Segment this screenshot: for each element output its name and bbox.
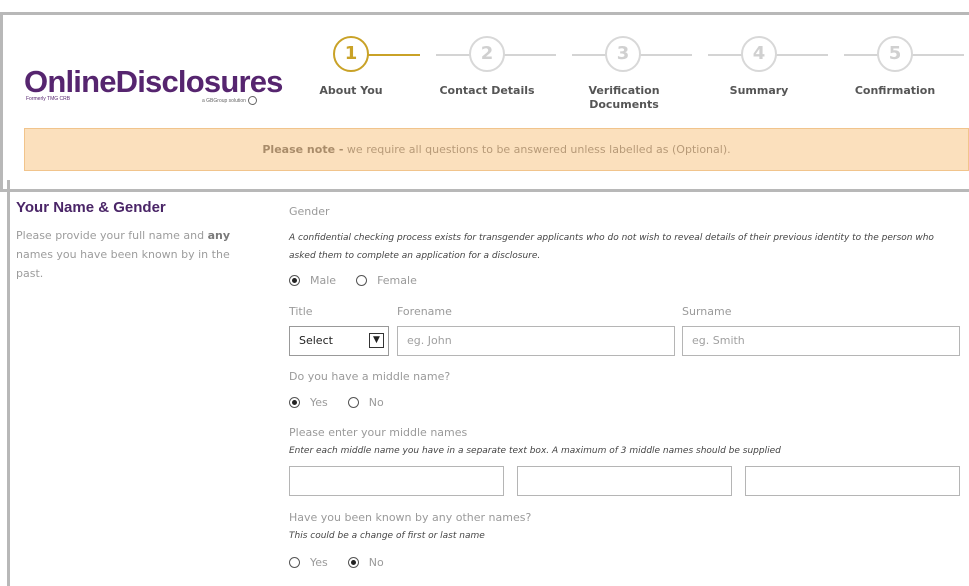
brand-logo[interactable]: OnlineDisclosures Formerly TMG CRB a GBG… <box>24 66 286 122</box>
notice-text: we require all questions to be answered … <box>343 143 731 156</box>
middle-yes-option[interactable]: Yes <box>289 396 328 409</box>
gender-female-label: Female <box>377 274 417 287</box>
brand-name: OnlineDisclosures <box>24 64 283 99</box>
gender-radio-group: Male Female <box>289 274 437 287</box>
step-2-label: Contact Details <box>439 84 535 97</box>
middle-no-radio[interactable] <box>347 397 359 408</box>
step-2-circle[interactable]: 2 <box>469 36 505 72</box>
section-desc-part: names you have been known by in the past… <box>16 248 230 280</box>
middle-names-note: Enter each middle name you have in a sep… <box>289 446 781 456</box>
other-no-option[interactable]: No <box>347 556 384 569</box>
middle-names-label: Please enter your middle names <box>289 426 468 439</box>
brand-tagline: a GBGroup solution <box>202 97 246 104</box>
middle-yes-label: Yes <box>310 396 328 409</box>
step-5-label: Confirmation <box>854 84 936 97</box>
middle-name-input-2[interactable] <box>517 466 732 496</box>
other-no-label: No <box>368 556 384 569</box>
step-3-circle[interactable]: 3 <box>605 36 641 72</box>
other-names-question: Have you been known by any other names? <box>289 511 532 524</box>
middle-name-radio-group: Yes No <box>289 396 404 409</box>
middle-no-option[interactable]: No <box>347 396 384 409</box>
brand-tagline-wrap: a GBGroup solution <box>202 96 257 105</box>
gender-female-radio[interactable] <box>356 275 368 286</box>
middle-name-question: Do you have a middle name? <box>289 370 451 383</box>
step-1-circle[interactable]: 1 <box>333 36 369 72</box>
section-description: Please provide your full name and any na… <box>16 226 246 283</box>
other-names-note: This could be a change of first or last … <box>289 531 485 541</box>
gender-male-label: Male <box>310 274 337 287</box>
forename-input[interactable]: eg. John <box>397 326 675 356</box>
title-label: Title <box>289 305 313 318</box>
other-yes-label: Yes <box>310 556 328 569</box>
other-yes-radio[interactable] <box>289 557 300 568</box>
gender-male-option[interactable]: Male <box>289 274 336 287</box>
step-connector-1 <box>368 54 420 56</box>
other-yes-option[interactable]: Yes <box>289 556 328 569</box>
step-4-label: Summary <box>729 84 789 97</box>
gender-note: A confidential checking process exists f… <box>289 233 934 261</box>
title-select-value: Select <box>299 334 333 347</box>
middle-name-input-1[interactable] <box>289 466 504 496</box>
step-3-label: Verification Documents <box>588 84 660 111</box>
section-desc-part: Please provide your full name and <box>16 229 208 242</box>
gender-male-radio[interactable] <box>289 275 300 286</box>
surname-input[interactable]: eg. Smith <box>682 326 960 356</box>
progress-steps: 1 2 3 4 5 About You Contact Details Veri… <box>300 34 969 114</box>
gender-female-option[interactable]: Female <box>356 274 417 287</box>
other-no-radio[interactable] <box>347 557 359 568</box>
left-frame-border <box>7 180 10 586</box>
middle-name-input-3[interactable] <box>745 466 960 496</box>
globe-icon <box>247 96 257 105</box>
step-1-label: About You <box>319 84 383 97</box>
title-select[interactable]: Select ▼ <box>289 326 389 356</box>
gender-label: Gender <box>289 205 330 218</box>
section-desc-bold: any <box>207 229 231 242</box>
step-4-circle[interactable]: 4 <box>741 36 777 72</box>
other-names-radio-group: Yes No <box>289 556 404 569</box>
chevron-down-icon[interactable]: ▼ <box>369 333 384 348</box>
middle-yes-radio[interactable] <box>289 397 300 408</box>
section-title: Your Name & Gender <box>16 199 166 216</box>
brand-formerly: Formerly TMG CRB <box>26 96 71 102</box>
middle-no-label: No <box>368 396 384 409</box>
notice-banner: Please note - we require all questions t… <box>24 128 969 171</box>
step-5-circle[interactable]: 5 <box>877 36 913 72</box>
forename-label: Forename <box>397 305 452 318</box>
surname-label: Surname <box>682 305 732 318</box>
notice-bold: Please note - <box>262 143 344 156</box>
